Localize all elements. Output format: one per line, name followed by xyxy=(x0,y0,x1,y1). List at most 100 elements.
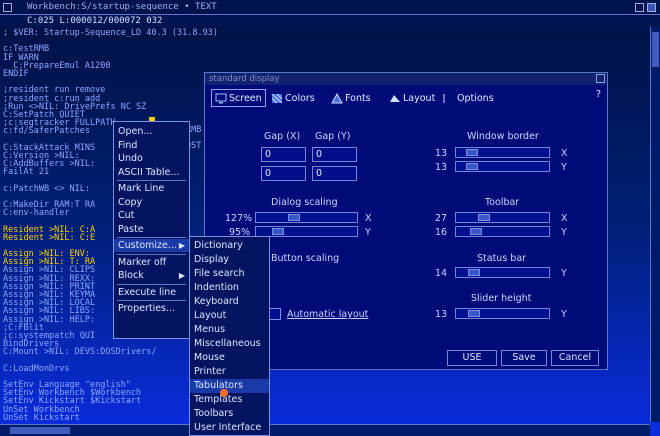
menu-item-label: Customize... xyxy=(118,240,177,251)
toolbar-y-slider[interactable] xyxy=(455,226,550,237)
context-menu-item[interactable]: Marker off xyxy=(114,256,189,269)
vertical-scrollbar[interactable] xyxy=(650,27,660,422)
submenu-item[interactable]: File search xyxy=(190,267,269,281)
slider-knob[interactable] xyxy=(466,149,478,156)
scroll-thumb[interactable] xyxy=(10,427,70,434)
cursor-status: C:025 L:000012/000072 032 xyxy=(27,16,163,26)
menu-separator xyxy=(117,237,186,238)
context-menu-item[interactable]: Execute line xyxy=(114,286,189,299)
axis-x-label: X xyxy=(365,213,372,224)
menu-item-label: Copy xyxy=(118,196,143,208)
code-line[interactable]: C:PrepareEmul A1200 xyxy=(3,61,643,70)
submenu-item[interactable]: Dictionary xyxy=(190,239,269,253)
menu-item-label: Marker off xyxy=(118,256,167,268)
menu-separator xyxy=(117,180,186,181)
slider-height-value: 13 xyxy=(435,309,448,320)
window-border-x-slider[interactable] xyxy=(455,147,550,158)
gap-x-field[interactable]: 0 xyxy=(261,147,306,162)
gap-y-field[interactable]: 0 xyxy=(312,147,357,162)
slider-knob[interactable] xyxy=(470,228,482,235)
status-bar-label: Status bar xyxy=(477,253,527,264)
submenu-item[interactable]: User Interface xyxy=(190,421,269,435)
code-line[interactable]: UnSet Workbench xyxy=(3,405,643,414)
use-button[interactable]: USE xyxy=(447,350,497,366)
submenu-item[interactable]: Menus xyxy=(190,323,269,337)
mouse-pointer-icon xyxy=(220,389,228,397)
zoom-icon[interactable] xyxy=(647,3,656,12)
window-titlebar[interactable]: Workbench:S/startup-sequence • TEXT xyxy=(0,0,660,15)
submenu-item[interactable]: Mouse xyxy=(190,351,269,365)
context-menu-item[interactable]: Copy xyxy=(114,196,189,209)
code-line[interactable]: c:TestRMB xyxy=(3,45,643,54)
gap-y-field-2[interactable]: 0 xyxy=(312,166,357,181)
tab-options[interactable]: Options xyxy=(443,89,494,107)
context-menu-item[interactable]: Block ▶ xyxy=(114,269,189,282)
context-menu-item[interactable]: Cut xyxy=(114,209,189,222)
submenu-item[interactable]: Templates xyxy=(190,393,269,407)
submenu-arrow-icon: ▶ xyxy=(178,241,185,250)
context-menu-item[interactable]: Undo xyxy=(114,152,189,165)
context-menu-item[interactable]: Customize... ▶ xyxy=(114,239,189,252)
context-menu-item[interactable]: Mark Line xyxy=(114,182,189,195)
status-bar-value: 14 xyxy=(435,268,448,279)
code-line[interactable]: UnSet Kickstart xyxy=(3,413,643,422)
screen-icon xyxy=(215,93,227,103)
context-menu-item[interactable]: Find xyxy=(114,139,189,152)
slider-knob[interactable] xyxy=(468,269,480,276)
status-bar-slider[interactable] xyxy=(455,267,550,278)
code-line[interactable] xyxy=(3,37,643,45)
submenu-item[interactable]: Layout xyxy=(190,309,269,323)
close-icon[interactable] xyxy=(3,3,12,12)
tab-fonts[interactable]: Fonts xyxy=(331,89,371,107)
submenu-item[interactable]: Indention xyxy=(190,281,269,295)
submenu-item[interactable]: Printer xyxy=(190,365,269,379)
menu-item-label: Paste xyxy=(118,223,144,235)
options-icon xyxy=(443,93,445,103)
horizontal-scrollbar[interactable] xyxy=(0,424,650,436)
menu-item-label: Find xyxy=(118,139,138,151)
dialog-scaling-x-slider[interactable] xyxy=(255,212,358,223)
context-menu-item[interactable]: Open... xyxy=(114,125,189,138)
scroll-thumb[interactable] xyxy=(652,32,659,67)
dialog-scaling-y-slider[interactable] xyxy=(255,226,358,237)
code-line[interactable]: ; $VER: Startup-Sequence_LD 40.3 (31.8.9… xyxy=(3,29,643,38)
context-menu-item[interactable]: Paste xyxy=(114,223,189,236)
slider-height-slider[interactable] xyxy=(455,308,550,319)
slider-knob[interactable] xyxy=(272,228,284,235)
button-scaling-label: Button scaling xyxy=(271,253,340,264)
toolbar-x-slider[interactable] xyxy=(455,212,550,223)
save-button[interactable]: Save xyxy=(501,350,547,366)
fonts-icon xyxy=(331,92,343,103)
submenu-item[interactable]: Miscellaneous xyxy=(190,337,269,351)
slider-knob[interactable] xyxy=(466,163,478,170)
submenu-item[interactable]: Display xyxy=(190,253,269,267)
menu-item-label: Properties... xyxy=(118,303,176,314)
automatic-layout-checkbox[interactable] xyxy=(269,308,281,320)
status-bar: C:025 L:000012/000072 032 xyxy=(0,15,660,27)
submenu-item[interactable]: Tabulators xyxy=(190,379,269,393)
cancel-button[interactable]: Cancel xyxy=(551,350,599,366)
menu-item-label: Mark Line xyxy=(118,183,165,194)
gap-x-label: Gap (X) xyxy=(264,131,301,142)
window-border-y-slider[interactable] xyxy=(455,161,550,172)
prefs-titlebar[interactable]: standard display xyxy=(205,73,607,85)
code-line[interactable]: SetEnv Kickstart $Kickstart xyxy=(3,397,643,406)
help-icon[interactable]: ? xyxy=(596,89,601,100)
submenu-item[interactable]: Keyboard xyxy=(190,295,269,309)
context-menu-item[interactable]: Properties... xyxy=(114,302,189,315)
context-menu-item[interactable]: ASCII Table... xyxy=(114,166,189,179)
slider-knob[interactable] xyxy=(468,310,480,317)
slider-knob[interactable] xyxy=(288,214,300,221)
tab-colors[interactable]: Colors xyxy=(271,89,315,107)
depth-icon[interactable] xyxy=(596,74,605,83)
gap-x-field-2[interactable]: 0 xyxy=(261,166,306,181)
context-menu: Open... Find Undo ASCII Table... Mark Line Co… xyxy=(113,121,190,339)
depth-icon[interactable] xyxy=(635,3,644,12)
slider-knob[interactable] xyxy=(478,214,490,221)
tab-screen[interactable]: Screen xyxy=(211,89,266,107)
menu-separator xyxy=(117,283,186,285)
menu-item-label: Block xyxy=(118,270,144,281)
tab-layout[interactable]: Layout xyxy=(389,89,435,107)
toolbar-label: Toolbar xyxy=(485,197,520,208)
submenu-item[interactable]: Toolbars xyxy=(190,407,269,421)
